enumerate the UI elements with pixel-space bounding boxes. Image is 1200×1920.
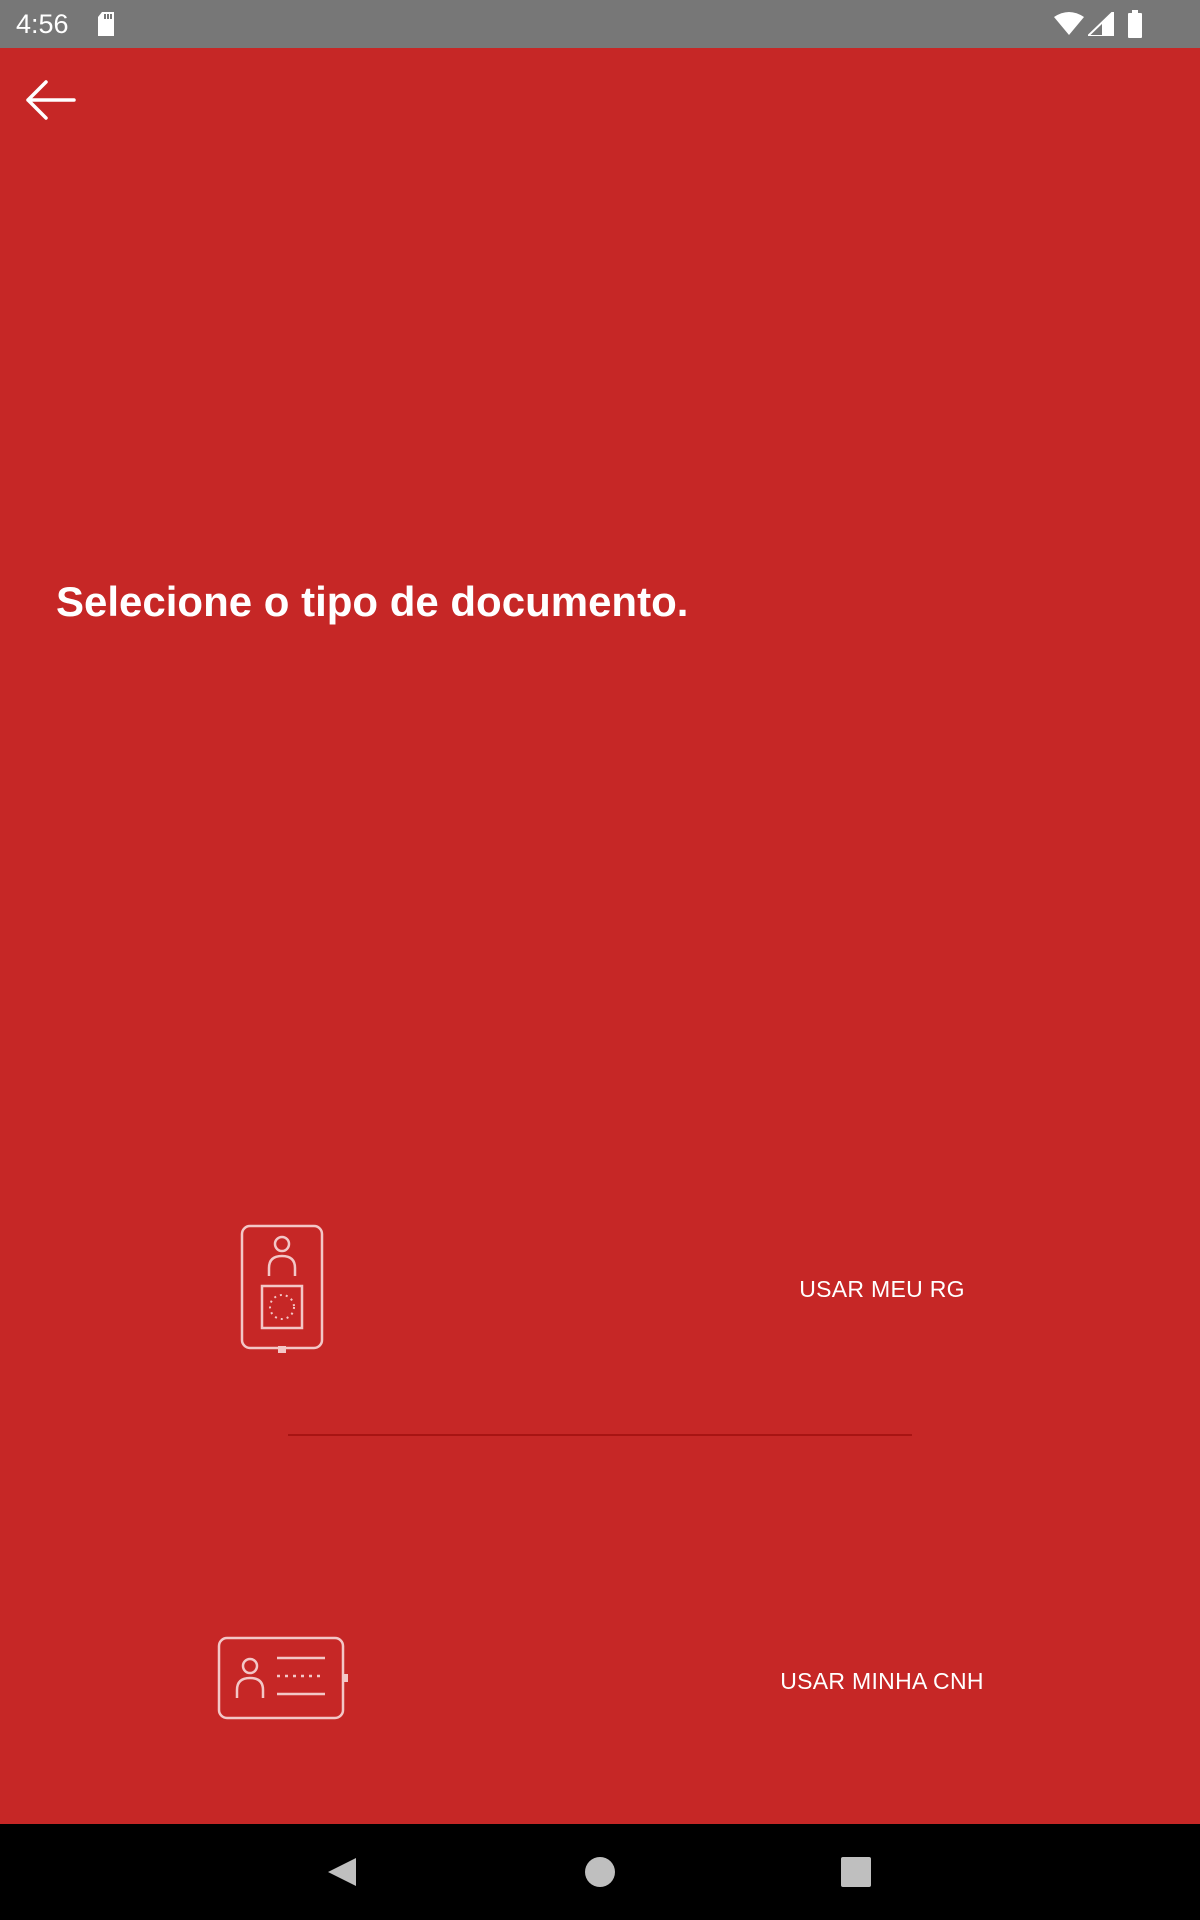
status-time: 4:56	[16, 9, 69, 39]
sd-card-icon	[96, 11, 116, 42]
nav-back-icon[interactable]	[320, 1850, 364, 1894]
status-bar: 4:56	[0, 0, 1200, 48]
nav-home-icon[interactable]	[578, 1850, 622, 1894]
driver-license-icon	[217, 1636, 349, 1725]
back-button[interactable]	[14, 74, 86, 130]
signal-icon	[1085, 9, 1114, 41]
wifi-icon	[1054, 12, 1084, 41]
use-rg-option[interactable]: USAR MEU RG	[0, 1170, 1200, 1370]
page-title: Selecione o tipo de documento.	[56, 578, 689, 625]
use-cnh-label: USAR MINHA CNH	[780, 1668, 984, 1694]
battery-icon	[1127, 10, 1143, 43]
nav-recents-icon[interactable]	[834, 1850, 878, 1894]
divider	[288, 1434, 912, 1436]
use-cnh-option[interactable]: USAR MINHA CNH	[0, 1562, 1200, 1762]
arrow-left-icon	[24, 79, 76, 126]
document-select-screen: Selecione o tipo de documento. USAR MEU …	[0, 48, 1200, 1824]
navigation-bar	[0, 1824, 1200, 1920]
id-card-vertical-icon	[240, 1224, 324, 1359]
use-rg-label: USAR MEU RG	[799, 1276, 965, 1302]
